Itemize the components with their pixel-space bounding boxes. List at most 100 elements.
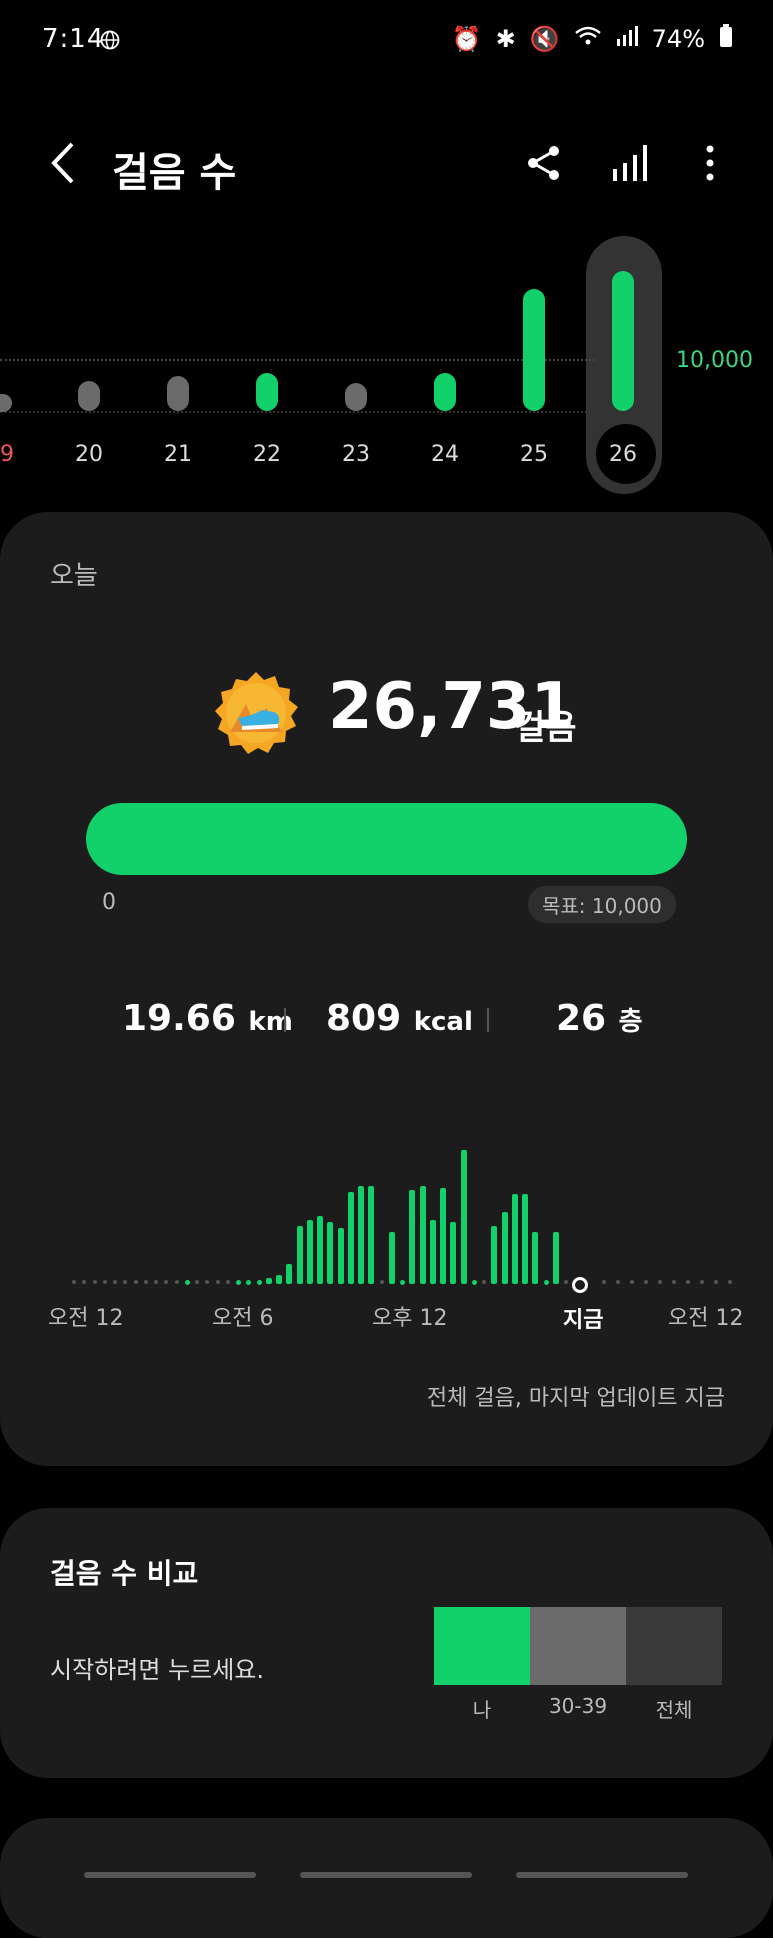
hourly-bar (276, 1275, 282, 1284)
hourly-bar (337, 1228, 344, 1284)
floors-stat: 26 층 (556, 998, 643, 1039)
hourly-bar (552, 1232, 559, 1284)
distance-stat: 19.66 km (122, 998, 293, 1039)
weekly-bar-26[interactable] (612, 271, 634, 411)
goal-badge: 목표: 10,000 (528, 886, 676, 923)
weekly-day-label: 25 (520, 442, 548, 467)
stat-divider (487, 1008, 489, 1032)
hourly-bar (532, 1232, 539, 1284)
weekly-day-label: 26 (609, 442, 637, 467)
axis-label-now: 지금 (563, 1308, 604, 1333)
nav-recent[interactable] (84, 1872, 256, 1878)
weekly-day-label: 23 (342, 442, 370, 467)
nav-home[interactable] (300, 1872, 472, 1878)
compare-label-30-39: 30-39 (548, 1694, 608, 1718)
hourly-bar (429, 1220, 436, 1284)
hourly-empty-dot (174, 1280, 179, 1284)
hourly-empty-dot (672, 1280, 676, 1284)
weekly-bar-25[interactable] (523, 288, 545, 411)
hourly-empty-dot (133, 1280, 138, 1284)
hourly-bar (501, 1212, 508, 1284)
hourly-bar-small (184, 1280, 190, 1285)
medal-icon (215, 672, 298, 754)
weekly-bar-23[interactable] (345, 383, 367, 411)
status-icons: ⏰ ✱ 🔇 74% (452, 24, 733, 54)
hourly-empty-dot (700, 1280, 704, 1284)
chart-icon[interactable] (610, 143, 650, 183)
weekly-partial-label: 9 (0, 442, 14, 467)
hourly-empty-dot (616, 1280, 620, 1284)
weekly-day-label: 24 (431, 442, 459, 467)
hourly-empty-dot (714, 1280, 718, 1284)
compare-subtitle: 시작하려면 누르세요. (50, 1656, 264, 1684)
compare-label-me: 나 (472, 1698, 492, 1722)
goal-line (0, 359, 595, 361)
status-bar: 7:14 ⏰ ✱ 🔇 74% (0, 0, 773, 80)
weekly-bar-partial (0, 394, 12, 412)
hourly-empty-dot (215, 1280, 220, 1284)
compare-box-me (434, 1607, 530, 1685)
weekly-bar-20[interactable] (78, 381, 100, 411)
hourly-bar (511, 1194, 518, 1284)
battery-percent: 74% (651, 25, 705, 53)
hourly-bar (327, 1222, 334, 1284)
hourly-empty-dot (602, 1280, 606, 1284)
hourly-empty-dot (728, 1280, 732, 1284)
hourly-empty-dot (92, 1280, 97, 1284)
progress-start-label: 0 (102, 890, 116, 915)
back-icon[interactable] (46, 140, 82, 186)
axis-label-noon: 오후 12 (372, 1306, 448, 1331)
distance-unit: km (248, 1007, 293, 1037)
weekly-day-label: 20 (75, 442, 103, 467)
hourly-bar (368, 1186, 375, 1284)
hourly-bar-small (400, 1280, 405, 1285)
hourly-bar (491, 1226, 498, 1284)
calories-value: 809 (326, 998, 402, 1039)
hourly-bar (358, 1186, 364, 1284)
hourly-empty-dot (630, 1280, 634, 1284)
hourly-empty-dot (482, 1280, 486, 1284)
hourly-empty-dot (154, 1280, 158, 1284)
compare-box-all (626, 1607, 722, 1685)
stat-divider (284, 1008, 286, 1032)
calories-unit: kcal (413, 1007, 473, 1037)
axis-label-6am: 오전 6 (212, 1306, 274, 1331)
weekly-day-label: 21 (164, 442, 192, 467)
hourly-empty-dot (379, 1280, 384, 1284)
hourly-bar-small (471, 1280, 477, 1285)
nav-back[interactable] (516, 1872, 688, 1878)
hourly-bar (450, 1222, 457, 1284)
update-text: 전체 걸음, 마지막 업데이트 지금 (426, 1386, 725, 1411)
next-card[interactable] (0, 1818, 773, 1938)
weekly-bar-24[interactable] (434, 373, 456, 411)
distance-value: 19.66 (122, 998, 236, 1039)
hourly-bar (347, 1192, 354, 1284)
hourly-empty-dot (564, 1280, 568, 1284)
hourly-bar (265, 1278, 272, 1284)
alarm-icon: ⏰ (451, 25, 482, 53)
battery-icon (719, 24, 733, 54)
today-label: 오늘 (50, 561, 98, 591)
compare-box-30-39 (530, 1607, 626, 1685)
floors-value: 26 (556, 998, 607, 1039)
hourly-bar (419, 1186, 426, 1284)
more-icon[interactable] (690, 143, 730, 183)
hourly-bar (306, 1220, 313, 1284)
weekly-bar-22[interactable] (256, 373, 278, 411)
weekly-bar-21[interactable] (167, 376, 189, 411)
axis-label-end: 오전 12 (668, 1306, 744, 1331)
mute-icon: 🔇 (529, 25, 560, 53)
hourly-bar (296, 1226, 303, 1284)
hourly-empty-dot (225, 1280, 230, 1284)
hourly-bar-small (256, 1280, 262, 1285)
share-icon[interactable] (524, 143, 564, 183)
goal-line-label: 10,000 (676, 348, 753, 373)
bluetooth-icon: ✱ (495, 25, 516, 53)
floors-unit: 층 (618, 1007, 643, 1037)
hourly-empty-dot (644, 1280, 648, 1284)
hourly-bar (388, 1232, 395, 1284)
signal-icon (616, 25, 638, 53)
hourly-bar (460, 1150, 467, 1284)
status-time: 7:14 (42, 24, 105, 54)
globe-icon (100, 30, 120, 50)
